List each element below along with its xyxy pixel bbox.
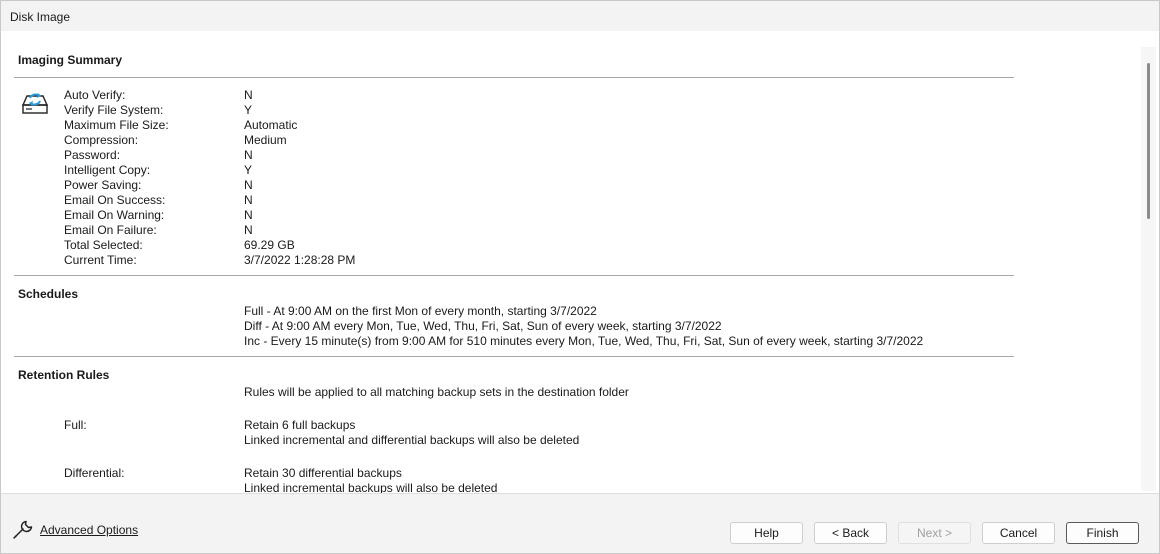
email-on-success-label: Email On Success: xyxy=(64,193,166,207)
retention-rules-heading: Retention Rules xyxy=(18,368,110,382)
back-button[interactable]: < Back xyxy=(814,522,887,544)
total-selected-value: 69.29 GB xyxy=(244,238,295,252)
retention-full-line: Linked incremental and differential back… xyxy=(244,433,580,447)
email-on-warning-value: N xyxy=(244,208,253,222)
power-saving-label: Power Saving: xyxy=(64,178,142,192)
retention-diff-line: Retain 30 differential backups xyxy=(244,466,402,480)
next-button[interactable]: Next > xyxy=(898,522,971,544)
intelligent-copy-label: Intelligent Copy: xyxy=(64,163,151,177)
schedule-inc: Inc - Every 15 minute(s) from 9:00 AM fo… xyxy=(244,334,924,348)
retention-diff-line: Linked incremental backups will also be … xyxy=(244,481,498,493)
help-button[interactable]: Help xyxy=(730,522,803,544)
divider xyxy=(14,77,1014,78)
verify-file-system-label: Verify File System: xyxy=(64,103,164,117)
disk-refresh-icon xyxy=(21,93,49,114)
auto-verify-value: N xyxy=(244,88,253,102)
intelligent-copy-value: Y xyxy=(244,163,253,177)
power-saving-value: N xyxy=(244,178,253,192)
auto-verify-label: Auto Verify: xyxy=(64,88,126,102)
email-on-failure-label: Email On Failure: xyxy=(64,223,157,237)
dialog-footer: Advanced Options Help < Back Next > Canc… xyxy=(1,493,1159,553)
max-file-size-value: Automatic xyxy=(244,118,298,132)
email-on-failure-value: N xyxy=(244,223,253,237)
divider xyxy=(14,275,1014,276)
vertical-scrollbar[interactable] xyxy=(1141,47,1156,491)
verify-file-system-value: Y xyxy=(244,103,253,117)
scrollbar-thumb[interactable] xyxy=(1147,63,1150,219)
email-on-success-value: N xyxy=(244,193,253,207)
current-time-label: Current Time: xyxy=(64,253,137,267)
email-on-warning-label: Email On Warning: xyxy=(64,208,165,222)
cancel-button[interactable]: Cancel xyxy=(982,522,1055,544)
retention-full-label: Full: xyxy=(64,418,87,432)
password-value: N xyxy=(244,148,253,162)
summary-content: Imaging Summary Auto Verify: N Verify Fi… xyxy=(1,31,1159,493)
retention-intro: Rules will be applied to all matching ba… xyxy=(244,385,629,399)
password-label: Password: xyxy=(64,148,121,162)
imaging-summary-heading: Imaging Summary xyxy=(18,53,123,67)
divider xyxy=(14,356,1014,357)
advanced-options-link[interactable]: Advanced Options xyxy=(11,518,138,542)
schedule-diff: Diff - At 9:00 AM every Mon, Tue, Wed, T… xyxy=(244,319,722,333)
schedules-heading: Schedules xyxy=(18,287,79,301)
disk-image-window: Disk Image Imaging Summary Auto Verify: … xyxy=(0,0,1160,554)
advanced-options-label[interactable]: Advanced Options xyxy=(40,523,138,537)
compression-label: Compression: xyxy=(64,133,139,147)
title-bar: Disk Image xyxy=(1,1,1159,31)
total-selected-label: Total Selected: xyxy=(64,238,143,252)
compression-value: Medium xyxy=(244,133,287,147)
finish-button[interactable]: Finish xyxy=(1066,522,1139,544)
retention-full-line: Retain 6 full backups xyxy=(244,418,356,432)
retention-diff-label: Differential: xyxy=(64,466,125,480)
wrench-icon xyxy=(13,520,33,539)
current-time-value: 3/7/2022 1:28:28 PM xyxy=(244,253,356,267)
schedule-full: Full - At 9:00 AM on the first Mon of ev… xyxy=(244,304,597,318)
max-file-size-label: Maximum File Size: xyxy=(64,118,169,132)
window-title: Disk Image xyxy=(10,10,71,24)
